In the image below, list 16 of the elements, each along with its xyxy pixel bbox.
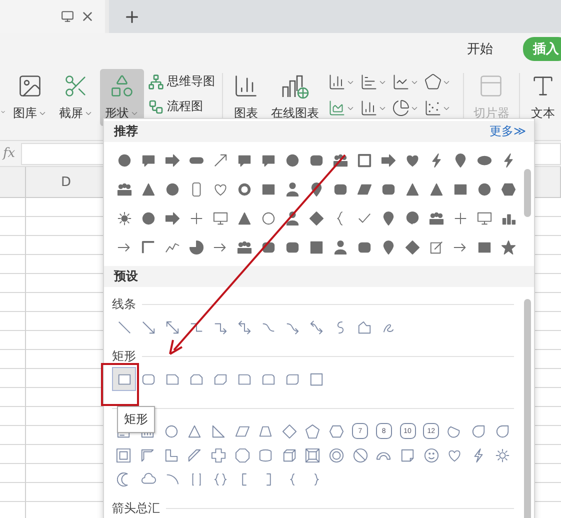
ribbon-button[interactable]: 图表 xyxy=(228,69,264,126)
ribbon-tab[interactable]: 开始 xyxy=(457,37,503,61)
formula-label: fx xyxy=(3,146,16,161)
panel-heading: 预设 xyxy=(114,268,138,285)
tooltip: 矩形 xyxy=(117,406,155,433)
ribbon-button[interactable]: 文本 xyxy=(524,69,561,126)
ribbon-button[interactable]: 截屏 xyxy=(54,69,98,126)
ribbon-button[interactable]: 在线图表 xyxy=(266,69,324,126)
ribbon-link[interactable]: 流程图 xyxy=(148,98,216,115)
ribbon-button[interactable]: 图库 xyxy=(8,69,52,126)
more-link[interactable]: 更多≫ xyxy=(489,123,526,140)
section-label: 箭头总汇 xyxy=(112,500,160,516)
section-label: 线条 xyxy=(112,296,136,312)
ribbon-link[interactable]: 思维导图 xyxy=(148,73,216,90)
panel-heading: 推荐 xyxy=(114,123,138,140)
section-label: 矩形 xyxy=(112,348,136,364)
